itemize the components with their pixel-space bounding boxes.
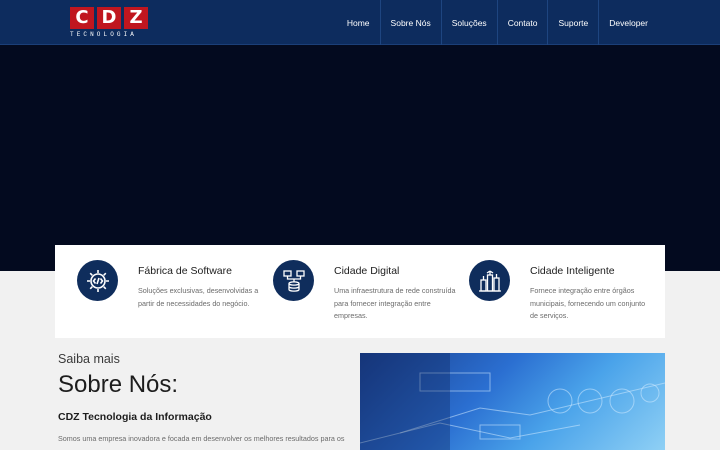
main-nav: Home Sobre Nós Soluções Contato Suporte … <box>337 0 658 45</box>
network-database-icon <box>273 260 314 301</box>
feature-title: Fábrica de Software <box>138 265 232 277</box>
feature-cidade-inteligente[interactable]: Cidade Inteligente Fornece integração en… <box>469 259 665 338</box>
logo-letter-z: Z <box>124 7 148 29</box>
site-header: C D Z TECNOLOGIA Home Sobre Nós Soluções… <box>0 0 720 45</box>
gear-code-icon <box>77 260 118 301</box>
nav-sobre-nos[interactable]: Sobre Nós <box>379 0 441 45</box>
feature-description: Soluções exclusivas, desenvolvidas a par… <box>138 286 259 308</box>
logo-subtitle: TECNOLOGIA <box>70 31 138 38</box>
feature-title: Cidade Inteligente <box>530 265 615 277</box>
about-kicker: Saiba mais <box>58 352 120 366</box>
smart-city-icon <box>469 260 510 301</box>
about-body: Somos uma empresa inovadora e focada em … <box>58 434 345 443</box>
nav-home[interactable]: Home <box>337 0 380 45</box>
hero-banner <box>0 45 720 271</box>
nav-developer[interactable]: Developer <box>598 0 658 45</box>
about-tech-image <box>360 353 665 450</box>
feature-description: Fornece integração entre órgãos municipa… <box>530 286 646 321</box>
feature-description: Uma infraestrutura de rede construída pa… <box>334 286 456 321</box>
logo-letter-c: C <box>70 7 94 29</box>
cdz-logo[interactable]: C D Z TECNOLOGIA <box>70 7 148 39</box>
logo-letters: C D Z <box>70 7 148 29</box>
nav-suporte[interactable]: Suporte <box>547 0 598 45</box>
feature-title: Cidade Digital <box>334 265 400 277</box>
about-section: Saiba mais Sobre Nós: CDZ Tecnologia da … <box>58 352 348 445</box>
features-card: Fábrica de Software Soluções exclusivas,… <box>55 245 665 338</box>
about-subtitle: CDZ Tecnologia da Informação <box>58 411 212 423</box>
logo-letter-d: D <box>97 7 121 29</box>
feature-cidade-digital[interactable]: Cidade Digital Uma infraestrutura de red… <box>273 259 469 338</box>
about-title: Sobre Nós: <box>58 371 179 398</box>
nav-contato[interactable]: Contato <box>496 0 548 45</box>
feature-fabrica-software[interactable]: Fábrica de Software Soluções exclusivas,… <box>77 259 273 338</box>
nav-solucoes[interactable]: Soluções <box>440 0 497 45</box>
